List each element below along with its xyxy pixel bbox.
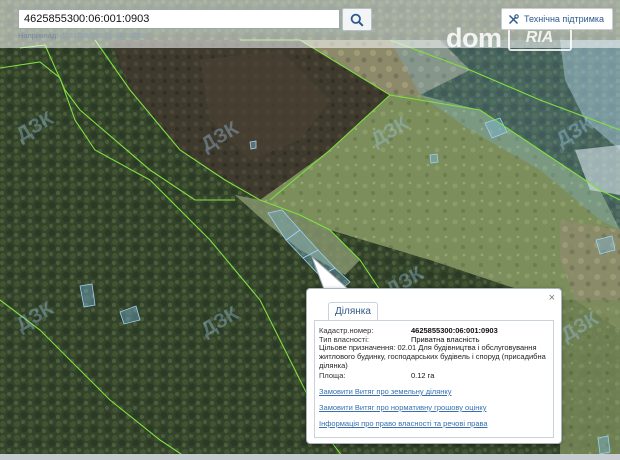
search-hint-prefix: Наприклад: <box>18 31 59 40</box>
area-value: 0.12 га <box>411 371 435 380</box>
logo-dom: dom <box>446 22 502 53</box>
order-parcel-extract-link[interactable]: Замовити Витяг про земельну ділянку <box>319 387 452 396</box>
purpose-label: Цільове призначення: <box>319 343 396 352</box>
ownership-rights-info-link[interactable]: Інформація про право власності та речові… <box>319 419 488 428</box>
search-input[interactable] <box>18 9 340 29</box>
cadastral-label: Кадастр.номер: <box>319 326 374 335</box>
tools-icon <box>508 13 519 24</box>
cadastral-value: 4625855300:06:001:0903 <box>411 326 498 335</box>
parcel-info-panel: Кадастр.номер: 4625855300:06:001:0903 Ти… <box>314 320 554 438</box>
popup-pointer <box>311 256 350 290</box>
parcel-popup: × Ділянка Кадастр.номер: 4625855300:06:0… <box>306 288 562 444</box>
search-button[interactable] <box>342 8 372 31</box>
search-hint-example: 3221685100:01:047:0052 <box>60 31 146 40</box>
search-hint: Наприклад: 3221685100:01:047:0052 <box>18 31 146 40</box>
support-label: Технічна підтримка <box>524 14 605 24</box>
close-icon[interactable]: × <box>549 292 555 304</box>
area-label: Площа: <box>319 371 346 380</box>
support-button[interactable]: Технічна підтримка <box>501 8 613 30</box>
order-valuation-extract-link[interactable]: Замовити Витяг про нормативну грошову оц… <box>319 403 486 412</box>
bottom-strip <box>0 454 620 460</box>
search-icon <box>350 13 364 27</box>
tab-parcel[interactable]: Ділянка <box>328 302 378 321</box>
purpose-row: Цільове призначення: 02.01 Для будівницт… <box>319 343 547 370</box>
